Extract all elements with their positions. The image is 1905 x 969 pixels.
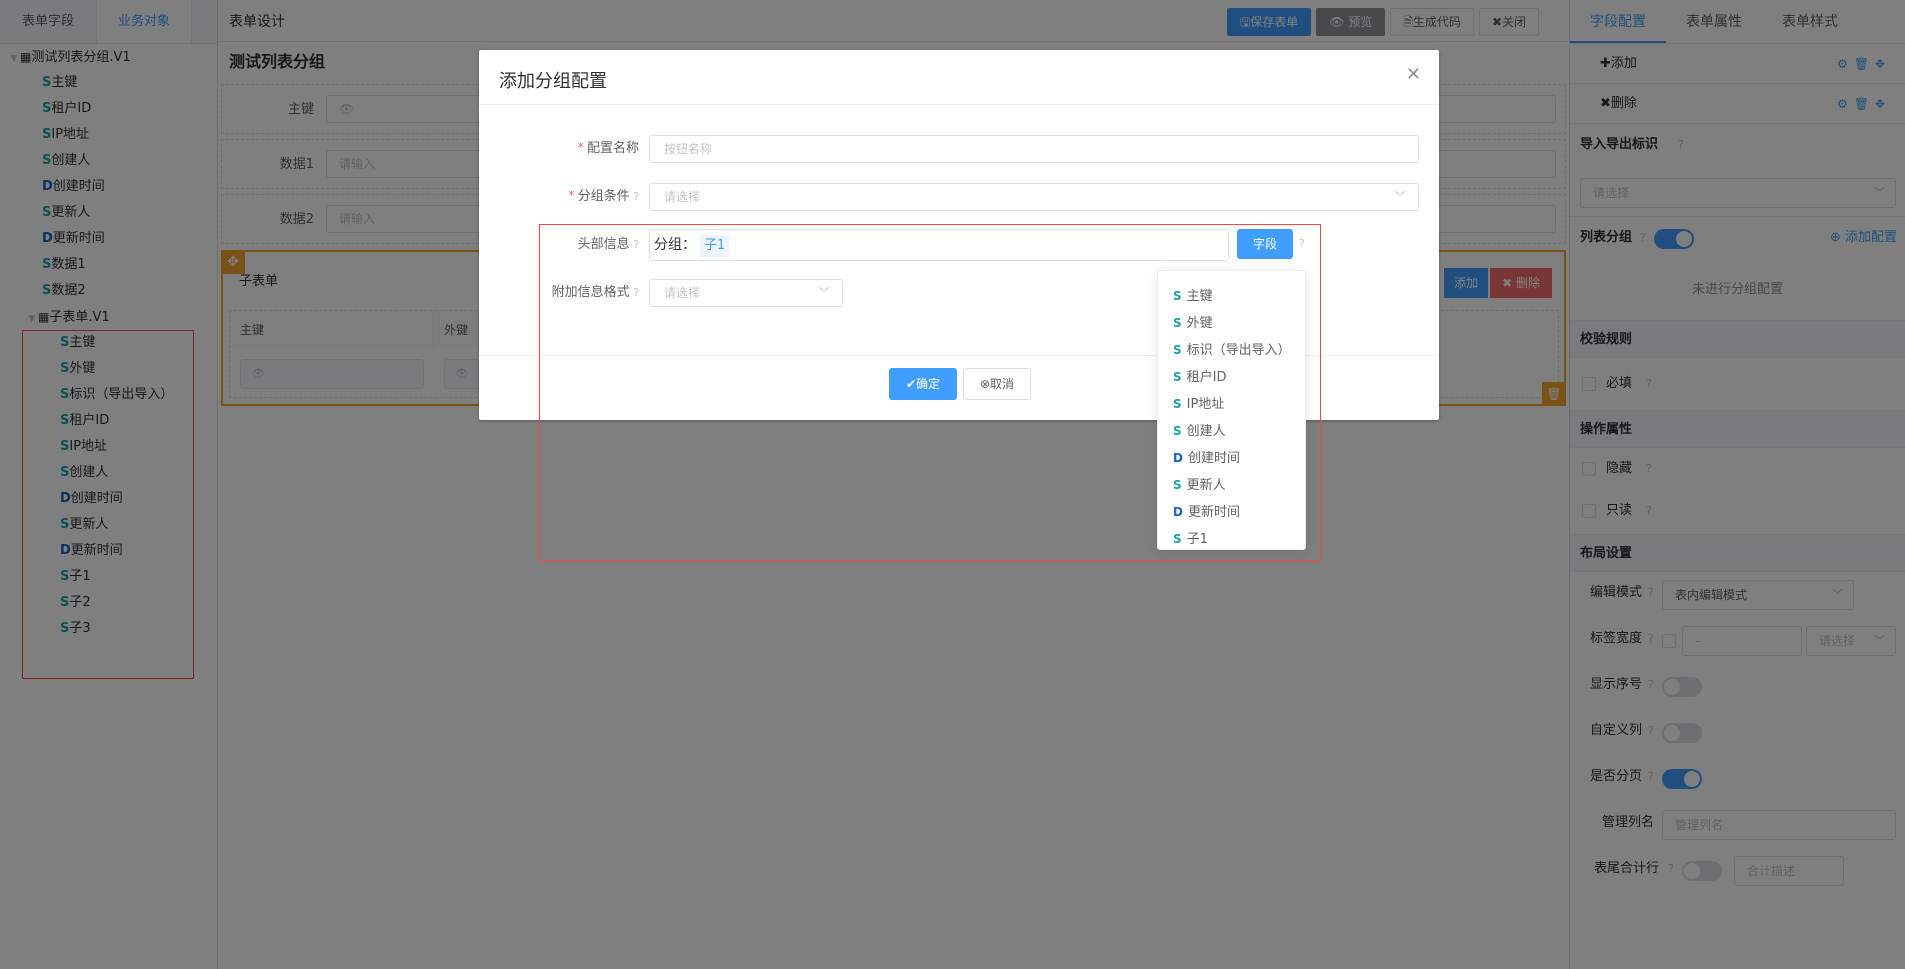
- highlight-box-header-info: [539, 224, 1321, 561]
- config-name-row: * 配置名称 按钮名称: [479, 133, 1439, 165]
- config-name-label: * 配置名称: [577, 141, 639, 156]
- dialog-title: 添加分组配置: [499, 71, 607, 92]
- config-name-input[interactable]: 按钮名称: [649, 135, 1419, 163]
- chevron-down-icon: ﹀: [1393, 190, 1406, 204]
- select-placeholder: 请选择: [664, 190, 701, 204]
- group-cond-label: * 分组条件 ?: [568, 189, 639, 204]
- dialog-header: 添加分组配置 ✕: [479, 50, 1439, 105]
- group-cond-select[interactable]: 请选择 ﹀: [649, 183, 1419, 211]
- close-icon[interactable]: ✕: [1406, 64, 1421, 85]
- group-cond-row: * 分组条件 ? 请选择 ﹀: [479, 181, 1439, 213]
